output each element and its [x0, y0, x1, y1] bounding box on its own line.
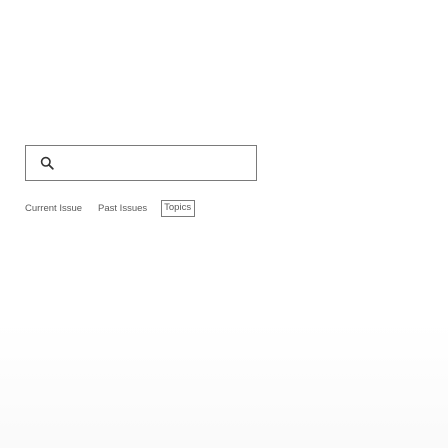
- search-icon[interactable]: [40, 156, 54, 170]
- issue-nav: Current Issue Past Issues Topics: [25, 198, 196, 218]
- background-haze: [0, 322, 448, 448]
- search-box[interactable]: [25, 145, 257, 181]
- nav-link-topics[interactable]: Topics: [161, 199, 196, 217]
- page: Current Issue Past Issues Topics: [0, 0, 448, 448]
- nav-link-current-issue[interactable]: Current Issue: [25, 203, 82, 214]
- nav-link-past-issues[interactable]: Past Issues: [98, 203, 147, 214]
- search-input[interactable]: [60, 145, 256, 181]
